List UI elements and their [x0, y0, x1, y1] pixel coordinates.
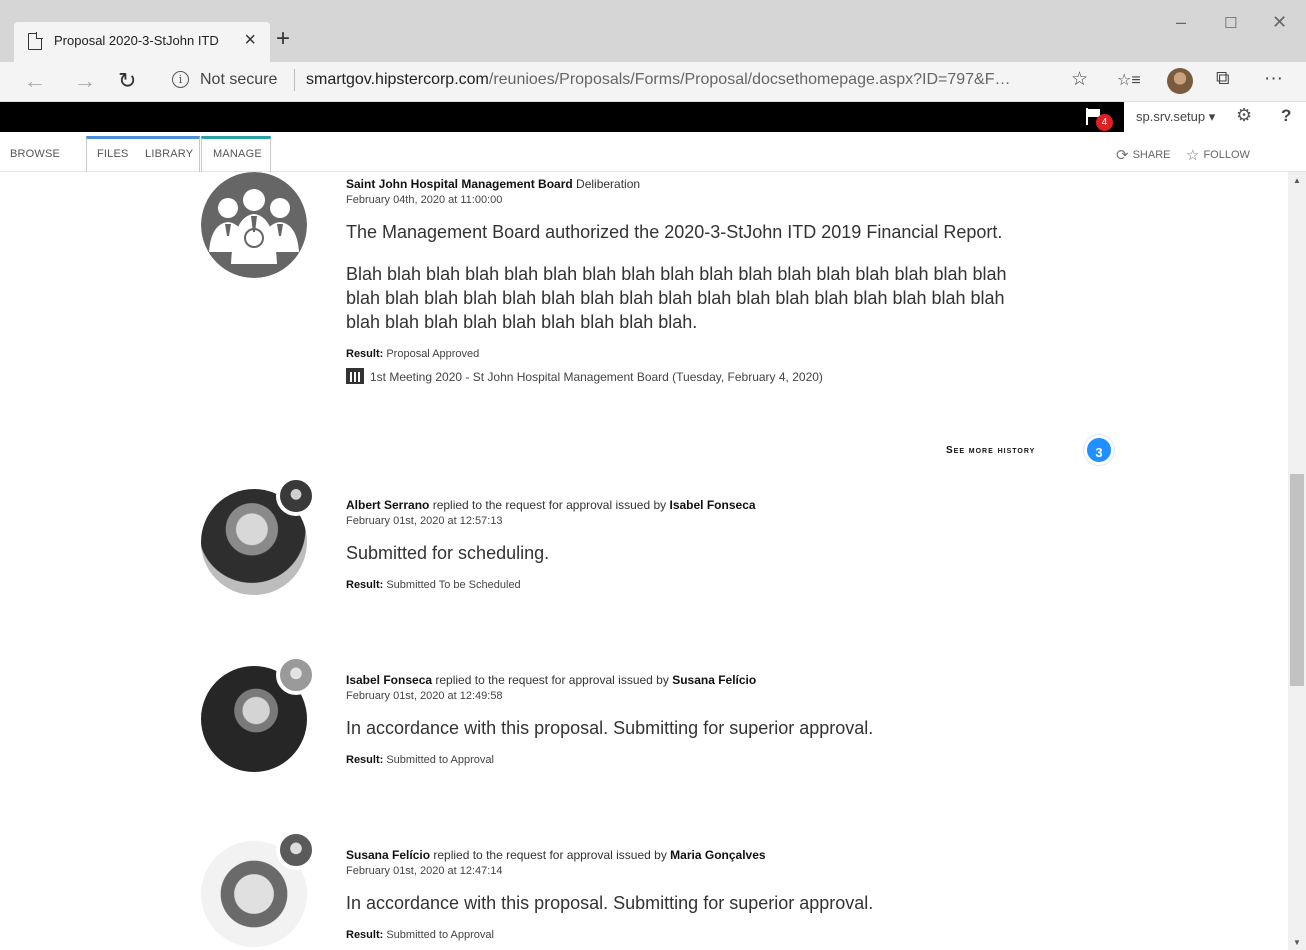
entry-actor[interactable]: Albert Serrano — [346, 498, 429, 512]
scroll-down-arrow-icon[interactable]: ▼ — [1293, 938, 1301, 947]
favorite-star-icon[interactable]: ☆ — [1071, 68, 1088, 91]
entry-action: Deliberation — [572, 177, 641, 191]
vertical-scrollbar[interactable]: ▲ ▼ — [1288, 172, 1306, 950]
susana-felicio-mini-avatar[interactable] — [276, 655, 316, 695]
tab-files[interactable]: FILES — [97, 148, 129, 160]
result-label: Result: — [346, 348, 384, 360]
help-icon[interactable]: ? — [1281, 106, 1291, 126]
notifications-badge[interactable]: 4 — [1096, 114, 1113, 131]
entry-target[interactable]: Maria Gonçalves — [670, 848, 765, 862]
browser-tab-strip: Proposal 2020-3-StJohn ITD × + – ☐ ✕ — [0, 0, 1306, 62]
result-label: Result: — [346, 929, 384, 941]
browser-tab[interactable]: Proposal 2020-3-StJohn ITD × — [14, 22, 270, 62]
result-value: Submitted to Approval — [383, 754, 494, 766]
entry-action: replied to the request for approval issu… — [430, 848, 671, 862]
entry-date: February 01st, 2020 at 12:57:13 — [346, 515, 503, 527]
url-field[interactable]: i Not secure smartgov.hipstercorp.com/re… — [160, 66, 1100, 96]
entry-target[interactable]: Isabel Fonseca — [670, 498, 756, 512]
see-more-label: See more history — [946, 445, 1036, 456]
result-label: Result: — [346, 754, 384, 766]
result-value: Submitted to Approval — [383, 929, 494, 941]
meeting-link[interactable]: 1st Meeting 2020 - St John Hospital Mana… — [346, 368, 1046, 385]
entry-header: Albert Serrano replied to the request fo… — [346, 497, 1046, 513]
maria-goncalves-mini-avatar[interactable] — [276, 830, 316, 870]
forward-button[interactable]: → — [74, 68, 96, 94]
isabel-fonseca-mini-avatar[interactable] — [276, 476, 316, 516]
follow-star-icon: ☆ — [1186, 147, 1200, 164]
entry-body: Albert Serrano replied to the request fo… — [346, 497, 1046, 593]
entry-body: Isabel Fonseca replied to the request fo… — [346, 672, 1046, 768]
info-icon[interactable]: i — [172, 71, 189, 88]
tab-close-button[interactable]: × — [244, 29, 256, 52]
scroll-thumb[interactable] — [1290, 474, 1304, 686]
refresh-button[interactable]: ↻ — [118, 68, 136, 94]
entry-actor[interactable]: Saint John Hospital Management Board — [346, 177, 573, 191]
entry-date: February 01st, 2020 at 12:49:58 — [346, 690, 503, 702]
settings-gear-icon[interactable]: ⚙ — [1236, 105, 1252, 126]
entry-result: Result: Submitted To be Scheduled — [346, 577, 1046, 593]
follow-button[interactable]: ☆ FOLLOW — [1186, 146, 1250, 164]
close-window-button[interactable]: ✕ — [1272, 12, 1287, 33]
entry-message: The Management Board authorized the 2020… — [346, 222, 1003, 242]
address-bar-row: ← → ↻ i Not secure smartgov.hipstercorp.… — [0, 62, 1306, 102]
result-value: Proposal Approved — [383, 348, 480, 360]
entry-result: Result: Submitted to Approval — [346, 752, 1046, 768]
tab-browse[interactable]: BROWSE — [10, 148, 60, 160]
history-feed: Saint John Hospital Management Board Del… — [0, 172, 1288, 950]
ribbon-tabs: BROWSE FILES LIBRARY MANAGE ⟳ SHARE ☆ FOLL… — [0, 132, 1306, 172]
security-label[interactable]: Not secure — [200, 71, 277, 89]
entry-message: In accordance with this proposal. Submit… — [346, 718, 874, 738]
share-icon[interactable]: ⧉ — [1216, 68, 1230, 90]
url-text[interactable]: smartgov.hipstercorp.com/reunioes/Propos… — [306, 71, 1010, 89]
tab-library[interactable]: LIBRARY — [145, 148, 193, 160]
suite-bar: 4 — [0, 102, 1306, 132]
document-icon — [28, 32, 43, 50]
minimize-button[interactable]: – — [1176, 12, 1186, 33]
entry-date: February 01st, 2020 at 12:47:14 — [346, 865, 503, 877]
profile-avatar[interactable] — [1167, 68, 1193, 94]
maximize-button[interactable]: ☐ — [1224, 14, 1237, 32]
scroll-up-arrow-icon[interactable]: ▲ — [1293, 176, 1301, 185]
share-button[interactable]: ⟳ SHARE — [1116, 146, 1170, 164]
board-group-avatar — [201, 172, 307, 278]
new-tab-button[interactable]: + — [276, 25, 290, 53]
url-path: /reunioes/Proposals/Forms/Proposal/docse… — [488, 71, 1011, 88]
url-host: smartgov.hipstercorp.com — [306, 71, 489, 88]
entry-result: Result: Submitted to Approval — [346, 927, 1046, 943]
entry-header: Isabel Fonseca replied to the request fo… — [346, 672, 1046, 688]
entry-header: Susana Felício replied to the request fo… — [346, 847, 1046, 863]
entry-header: Saint John Hospital Management Board Del… — [346, 176, 1046, 192]
entry-actor[interactable]: Susana Felício — [346, 848, 430, 862]
follow-label: FOLLOW — [1203, 149, 1250, 161]
user-area: sp.srv.setup ▾ ⚙ ? — [1124, 102, 1306, 132]
favorites-list-icon[interactable]: ☆≡ — [1117, 70, 1141, 90]
tab-title: Proposal 2020-3-StJohn ITD — [54, 33, 219, 48]
url-separator — [294, 69, 295, 91]
back-button[interactable]: ← — [24, 68, 46, 94]
board-entry-body: Saint John Hospital Management Board Del… — [346, 176, 1046, 385]
share-sync-icon: ⟳ — [1116, 147, 1129, 164]
user-menu[interactable]: sp.srv.setup ▾ — [1136, 109, 1215, 125]
entry-action: replied to the request for approval issu… — [429, 498, 670, 512]
entry-result: Result: Proposal Approved — [346, 346, 1046, 362]
entry-actor[interactable]: Isabel Fonseca — [346, 673, 432, 687]
entry-message: In accordance with this proposal. Submit… — [346, 893, 874, 913]
result-label: Result: — [346, 579, 384, 591]
entry-target[interactable]: Susana Felício — [672, 673, 756, 687]
entry-body-text: Blah blah blah blah blah blah blah blah … — [346, 264, 1007, 332]
tab-manage[interactable]: MANAGE — [213, 148, 262, 160]
entry-date: February 04th, 2020 at 11:00:00 — [346, 194, 503, 206]
meeting-text: 1st Meeting 2020 - St John Hospital Mana… — [370, 370, 823, 384]
more-options-icon[interactable]: ··· — [1264, 68, 1283, 90]
entry-body: Susana Felício replied to the request fo… — [346, 847, 1046, 943]
share-label: SHARE — [1132, 149, 1171, 161]
see-more-count-badge: 3 — [1084, 435, 1114, 465]
entry-action: replied to the request for approval issu… — [432, 673, 673, 687]
entry-message: Submitted for scheduling. — [346, 543, 550, 563]
calendar-icon — [346, 368, 364, 384]
result-value: Submitted To be Scheduled — [383, 579, 521, 591]
